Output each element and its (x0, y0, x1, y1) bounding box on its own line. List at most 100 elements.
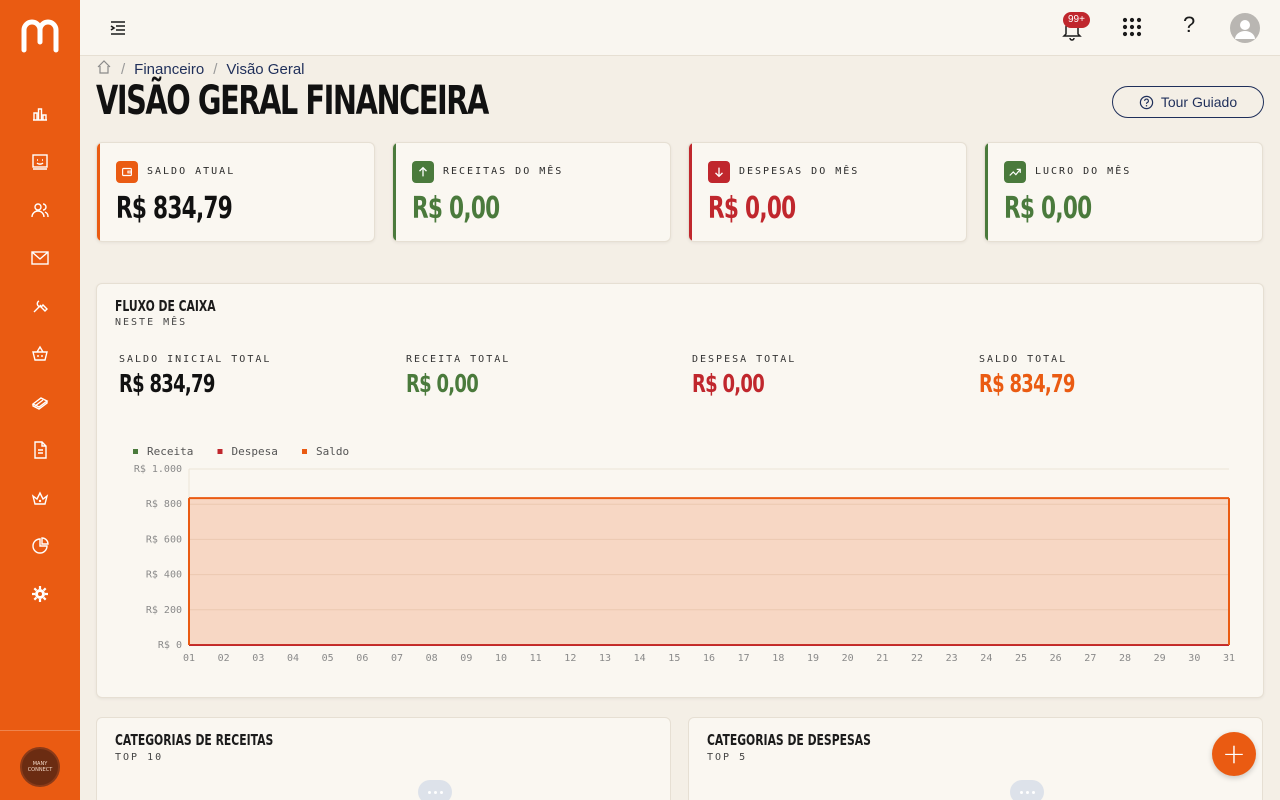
cashflow-stat-label: RECEITA TOTAL (406, 354, 511, 365)
money-icon (31, 397, 49, 410)
x-tick-label: 27 (1084, 653, 1096, 664)
cashflow-stat: SALDO INICIAL TOTAL R$ 834,79 (119, 354, 271, 398)
x-tick-label: 13 (599, 653, 611, 664)
summary-card: RECEITAS DO MÊS R$ 0,00 (392, 142, 671, 242)
cashflow-stat-value: R$ 834,79 (979, 369, 1075, 398)
x-tick-label: 09 (460, 653, 472, 664)
cashflow-chart: Receita Despesa Saldo R$ 0 R$ 200 R$ 400 R$ 60… (133, 445, 1235, 664)
x-tick-label: 14 (634, 653, 646, 664)
legend-swatch (133, 449, 138, 454)
x-tick-label: 15 (668, 653, 680, 664)
cashflow-stat: RECEITA TOTAL R$ 0,00 (406, 354, 510, 398)
sidebar-item-users[interactable] (28, 198, 52, 222)
cashflow-stat-value: R$ 834,79 (119, 369, 215, 398)
cashflow-stat-label: SALDO INICIAL TOTAL (119, 354, 272, 365)
gear-icon (32, 586, 48, 602)
pie-chart-icon (32, 537, 49, 554)
legend-label: Despesa (232, 445, 278, 458)
y-tick-label: R$ 200 (146, 605, 182, 616)
x-tick-label: 10 (495, 653, 507, 664)
arrow-up-icon (412, 161, 434, 183)
sidebar-item-money[interactable] (28, 390, 52, 414)
summary-card-value: R$ 834,79 (116, 191, 233, 226)
legend-swatch (217, 449, 223, 454)
topbar: 99+ ? (80, 0, 1280, 56)
cashflow-stat: SALDO TOTAL R$ 834,79 (979, 354, 1112, 398)
sidebar-item-tools[interactable] (28, 294, 52, 318)
x-tick-label: 24 (980, 653, 992, 664)
expense-categories-subtitle: TOP 5 (707, 752, 748, 763)
summary-card-label: LUCRO DO MÊS (1035, 166, 1132, 177)
expense-categories-card: CATEGORIAS DE DESPESAS TOP 5 (688, 717, 1263, 800)
summary-card: DESPESAS DO MÊS R$ 0,00 (688, 142, 967, 242)
series-area-saldo (189, 498, 1229, 645)
sidebar-item-dashboard[interactable] (28, 102, 52, 126)
cashflow-stat: DESPESA TOTAL R$ 0,00 (692, 354, 796, 398)
breadcrumb-item-visao-geral[interactable]: Visão Geral (226, 61, 304, 78)
x-tick-label: 19 (807, 653, 819, 664)
income-categories-card: CATEGORIAS DE RECEITAS TOP 10 (96, 717, 671, 800)
user-avatar[interactable] (1230, 13, 1260, 43)
summary-card: SALDO ATUAL R$ 834,79 (96, 142, 375, 242)
summary-card-label: RECEITAS DO MÊS (443, 166, 564, 177)
summary-card-value: R$ 0,00 (708, 191, 796, 226)
sidebar-item-crown-basket[interactable] (28, 486, 52, 510)
sidebar-footer: MANY CONNECT (0, 730, 80, 800)
breadcrumb-separator: / (213, 60, 218, 78)
income-categories-subtitle: TOP 10 (115, 752, 164, 763)
sidebar-item-mail[interactable] (28, 246, 52, 270)
x-tick-label: 12 (564, 653, 576, 664)
x-tick-label: 23 (946, 653, 958, 664)
x-tick-label: 25 (1015, 653, 1027, 664)
x-tick-label: 03 (252, 653, 264, 664)
x-tick-label: 28 (1119, 653, 1131, 664)
x-tick-label: 17 (738, 653, 750, 664)
x-tick-label: 05 (322, 653, 334, 664)
y-tick-label: R$ 0 (158, 640, 182, 651)
tour-guided-button[interactable]: Tour Guiado (1112, 86, 1264, 118)
mail-icon (31, 251, 49, 265)
tour-guided-label: Tour Guiado (1160, 94, 1238, 110)
x-tick-label: 20 (842, 653, 854, 664)
legend-label: Saldo (316, 445, 349, 458)
x-tick-label: 26 (1050, 653, 1062, 664)
cashflow-stat-label: SALDO TOTAL (979, 354, 1068, 365)
x-tick-label: 31 (1223, 653, 1235, 664)
x-tick-label: 07 (391, 653, 403, 664)
add-fab-button[interactable]: + (1212, 732, 1256, 776)
cashflow-stat-label: DESPESA TOTAL (692, 354, 797, 365)
cashflow-panel: FLUXO DE CAIXA NESTE MÊS SALDO INICIAL T… (96, 283, 1264, 698)
apps-grid-icon[interactable] (1122, 17, 1142, 37)
summary-card: LUCRO DO MÊS R$ 0,00 (984, 142, 1263, 242)
crown-basket-icon (31, 491, 49, 505)
smiley-board-icon (32, 154, 48, 170)
menu-toggle-icon[interactable] (108, 18, 128, 38)
page-title: VISÃO GERAL FINANCEIRA (96, 78, 489, 124)
brand-avatar[interactable]: MANY CONNECT (20, 747, 60, 787)
x-tick-label: 21 (876, 653, 888, 664)
loading-dots-icon (1010, 780, 1044, 800)
tools-icon (33, 300, 48, 313)
sidebar-item-document[interactable] (28, 438, 52, 462)
basket-icon (32, 345, 48, 361)
home-icon[interactable] (96, 59, 112, 79)
sidebar-item-basket[interactable] (28, 342, 52, 366)
income-categories-title: CATEGORIAS DE RECEITAS (115, 731, 274, 749)
cashflow-title: FLUXO DE CAIXA (115, 297, 216, 315)
sidebar-item-gear[interactable] (28, 582, 52, 606)
sidebar: MANY CONNECT (0, 0, 80, 800)
breadcrumb: / Financeiro / Visão Geral (96, 59, 305, 79)
summary-card-value: R$ 0,00 (1004, 191, 1092, 226)
y-tick-label: R$ 800 (146, 499, 182, 510)
cashflow-stat-value: R$ 0,00 (406, 369, 479, 398)
sidebar-item-pie-chart[interactable] (28, 534, 52, 558)
help-icon[interactable]: ? (1183, 12, 1195, 38)
summary-card-label: SALDO ATUAL (147, 166, 236, 177)
logo-icon[interactable] (20, 16, 60, 54)
y-tick-label: R$ 400 (146, 570, 182, 581)
sidebar-item-smiley-board[interactable] (28, 150, 52, 174)
breadcrumb-separator: / (121, 60, 126, 78)
x-tick-label: 02 (218, 653, 230, 664)
breadcrumb-item-financeiro[interactable]: Financeiro (134, 61, 204, 78)
trend-up-icon (1004, 161, 1026, 183)
